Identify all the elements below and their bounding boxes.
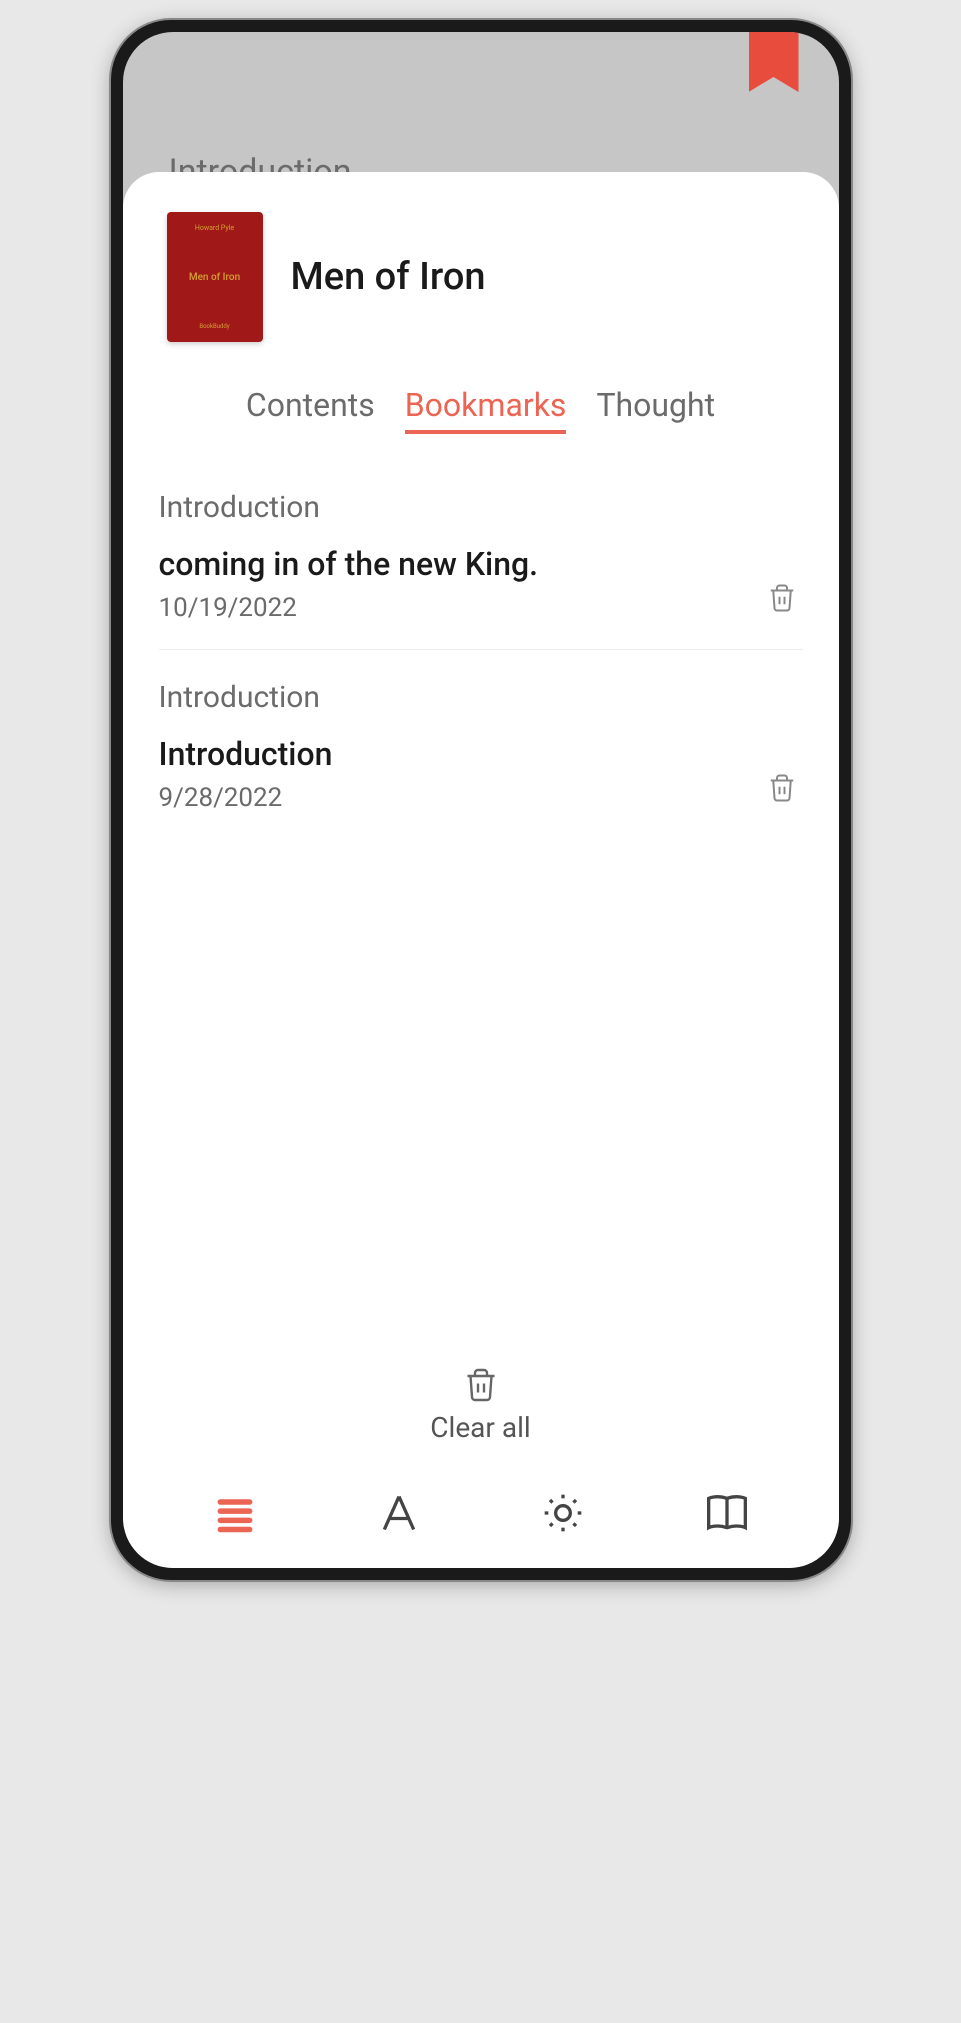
bookmark-chapter: Introduction [159, 490, 803, 525]
bookmark-excerpt: coming in of the new King. [159, 545, 761, 583]
tab-bookmarks[interactable]: Bookmarks [405, 386, 567, 434]
nav-font-button[interactable] [374, 1488, 424, 1538]
bookmark-item[interactable]: Introduction Introduction 9/28/2022 [159, 680, 803, 839]
nav-book-button[interactable] [702, 1488, 752, 1538]
book-cover[interactable]: Howard Pyle Men of Iron BookBuddy [167, 212, 263, 342]
bookmark-item[interactable]: Introduction coming in of the new King. … [159, 490, 803, 650]
bookmark-ribbon-icon[interactable] [749, 32, 799, 92]
bookmark-date: 9/28/2022 [159, 783, 761, 813]
tab-contents[interactable]: Contents [246, 386, 375, 434]
bookmarks-list[interactable]: Introduction coming in of the new King. … [123, 450, 839, 1351]
bookmark-excerpt: Introduction [159, 735, 761, 773]
cover-author: Howard Pyle [195, 224, 234, 232]
bottom-nav [123, 1468, 839, 1568]
delete-bookmark-button[interactable] [761, 577, 803, 623]
phone-frame: Introduction Howard Pyle Men of Iron Boo… [111, 20, 851, 1580]
book-title: Men of Iron [291, 255, 486, 299]
trash-icon [767, 583, 797, 613]
tabs: Contents Bookmarks Thought [123, 362, 839, 450]
font-icon [377, 1491, 421, 1535]
bookmark-chapter: Introduction [159, 680, 803, 715]
sheet-header: Howard Pyle Men of Iron BookBuddy Men of… [123, 172, 839, 362]
trash-icon [463, 1367, 499, 1403]
menu-icon [213, 1491, 257, 1535]
open-book-icon [705, 1491, 749, 1535]
clear-all-button[interactable]: Clear all [123, 1351, 839, 1468]
cover-publisher: BookBuddy [199, 323, 229, 330]
cover-title: Men of Iron [189, 272, 240, 283]
delete-bookmark-button[interactable] [761, 767, 803, 813]
nav-menu-button[interactable] [210, 1488, 260, 1538]
tab-thought[interactable]: Thought [596, 386, 715, 434]
nav-brightness-button[interactable] [538, 1488, 588, 1538]
clear-all-label: Clear all [430, 1411, 530, 1444]
bookmark-date: 10/19/2022 [159, 593, 761, 623]
phone-screen: Introduction Howard Pyle Men of Iron Boo… [123, 32, 839, 1568]
trash-icon [767, 773, 797, 803]
brightness-icon [541, 1491, 585, 1535]
bookmarks-sheet: Howard Pyle Men of Iron BookBuddy Men of… [123, 172, 839, 1568]
